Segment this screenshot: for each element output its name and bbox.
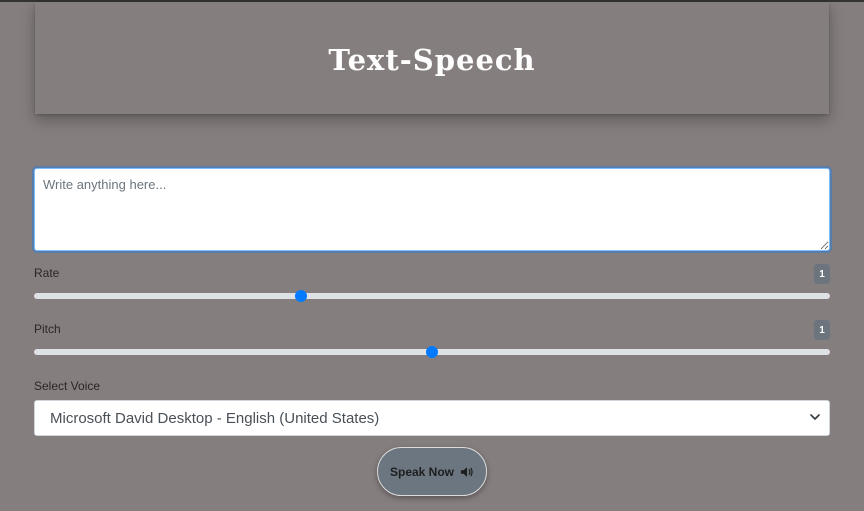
pitch-label: Pitch [34, 322, 61, 336]
page-title: Text-Speech [328, 43, 536, 77]
header-panel: Text-Speech [35, 2, 829, 114]
text-input[interactable] [34, 168, 830, 251]
speaker-icon [460, 466, 473, 477]
pitch-slider-thumb[interactable] [426, 346, 438, 358]
rate-slider-thumb[interactable] [295, 290, 308, 302]
pitch-value-badge: 1 [814, 320, 830, 340]
pitch-slider[interactable] [34, 346, 830, 358]
chevron-down-icon [810, 414, 820, 420]
voice-select[interactable]: Microsoft David Desktop - English (Unite… [34, 400, 830, 436]
rate-slider[interactable] [34, 290, 830, 302]
speak-now-button[interactable]: Speak Now [377, 447, 487, 496]
speak-now-label: Speak Now [389, 464, 455, 479]
voice-label: Select Voice [34, 379, 101, 393]
rate-value-badge: 1 [814, 264, 830, 284]
voice-selected-value: Microsoft David Desktop - English (Unite… [50, 409, 380, 427]
rate-label: Rate [34, 266, 60, 280]
